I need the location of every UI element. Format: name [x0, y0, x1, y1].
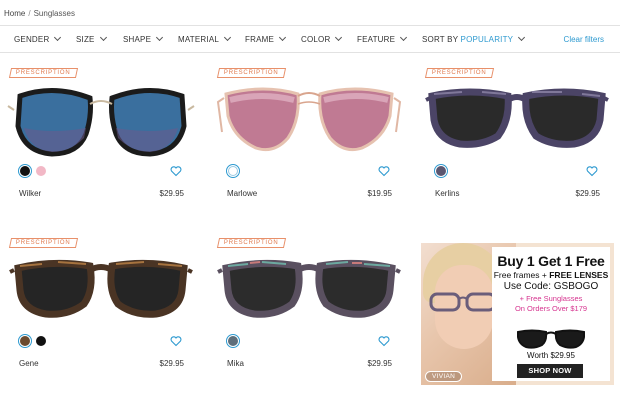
color-swatch-tortoise[interactable]: [18, 334, 32, 348]
chevron-down-icon: [156, 33, 164, 42]
product-price: $29.95: [159, 189, 184, 198]
chevron-down-icon: [223, 33, 232, 42]
chevron-down-icon: [400, 33, 408, 42]
heart-icon[interactable]: [170, 335, 182, 347]
color-swatch-multicolor[interactable]: [226, 334, 240, 348]
promo-panel: Buy 1 Get 1 Free Free frames + FREE LENS…: [492, 247, 610, 381]
sort-dropdown[interactable]: SORT BY POPULARITY: [422, 33, 526, 44]
product-card-marlowe[interactable]: PRESCRIPTION Marlowe $19.95: [214, 68, 404, 238]
filter-material[interactable]: MATERIAL: [178, 33, 232, 44]
breadcrumb-current: Sunglasses: [33, 9, 75, 18]
heart-icon[interactable]: [586, 165, 598, 177]
chevron-down-icon: [99, 33, 107, 42]
breadcrumb: Home / Sunglasses: [4, 9, 75, 18]
promo-code: Use Code: GSBOGO: [503, 281, 599, 292]
product-image-gene[interactable]: [6, 246, 196, 330]
product-price: $29.95: [575, 189, 600, 198]
promo-subhead: Free frames + FREE LENSES: [493, 270, 609, 280]
product-name[interactable]: Mika: [227, 359, 244, 368]
product-name[interactable]: Wilker: [19, 189, 41, 198]
product-card-gene[interactable]: PRESCRIPTION Gene $29.95: [6, 238, 196, 401]
breadcrumb-separator: /: [28, 9, 31, 18]
color-swatch-black[interactable]: [36, 336, 46, 346]
filter-color[interactable]: COLOR: [301, 33, 343, 44]
color-swatch-rose-gold[interactable]: [226, 164, 240, 178]
product-card-kerlins[interactable]: PRESCRIPTION Kerlins $29.95: [422, 68, 612, 238]
product-image-wilker[interactable]: [6, 76, 196, 160]
heart-icon[interactable]: [378, 335, 390, 347]
chevron-down-icon: [518, 33, 526, 42]
product-name[interactable]: Gene: [19, 359, 39, 368]
promo-worth: Worth $29.95: [527, 351, 575, 360]
color-swatch-purple-tortoise[interactable]: [434, 164, 448, 178]
filter-frame[interactable]: FRAME: [245, 33, 287, 44]
promo-headline: Buy 1 Get 1 Free: [497, 253, 605, 269]
promo-order-threshold: On Orders Over $179: [514, 304, 588, 313]
heart-icon[interactable]: [378, 165, 390, 177]
color-swatch-pink[interactable]: [36, 166, 46, 176]
product-image-marlowe[interactable]: [214, 76, 404, 160]
breadcrumb-home-link[interactable]: Home: [4, 9, 25, 18]
chevron-down-icon: [278, 33, 287, 42]
chevron-down-icon: [54, 33, 62, 42]
shop-now-button[interactable]: SHOP NOW: [517, 364, 583, 378]
product-name[interactable]: Marlowe: [227, 189, 257, 198]
promo-banner[interactable]: VIVIAN Buy 1 Get 1 Free Free frames + FR…: [421, 243, 614, 385]
filter-shape[interactable]: SHAPE: [123, 33, 164, 44]
promo-free-sunglasses: + Free Sunglasses: [519, 294, 583, 303]
product-card-mika[interactable]: PRESCRIPTION Mika $29.95: [214, 238, 404, 401]
chevron-down-icon: [335, 33, 343, 42]
color-swatch-black[interactable]: [18, 164, 32, 178]
product-image-mika[interactable]: [214, 246, 404, 330]
filter-gender[interactable]: GENDER: [14, 33, 62, 44]
product-price: $29.95: [367, 359, 392, 368]
filter-bar: GENDER SIZE SHAPE MATERIAL FRAME COLOR F…: [0, 25, 620, 53]
product-price: $19.95: [367, 189, 392, 198]
model-name-tag: VIVIAN: [425, 371, 463, 382]
product-card-wilker[interactable]: PRESCRIPTION Wilker $29.95: [6, 68, 196, 238]
heart-icon[interactable]: [170, 165, 182, 177]
model-glasses: [429, 292, 497, 312]
product-price: $29.95: [159, 359, 184, 368]
product-name[interactable]: Kerlins: [435, 189, 459, 198]
promo-sunglasses-image: [517, 329, 585, 349]
clear-filters-link[interactable]: Clear filters: [564, 35, 604, 44]
filter-size[interactable]: SIZE: [76, 33, 107, 44]
product-image-kerlins[interactable]: [422, 76, 612, 160]
filter-feature[interactable]: FEATURE: [357, 33, 408, 44]
